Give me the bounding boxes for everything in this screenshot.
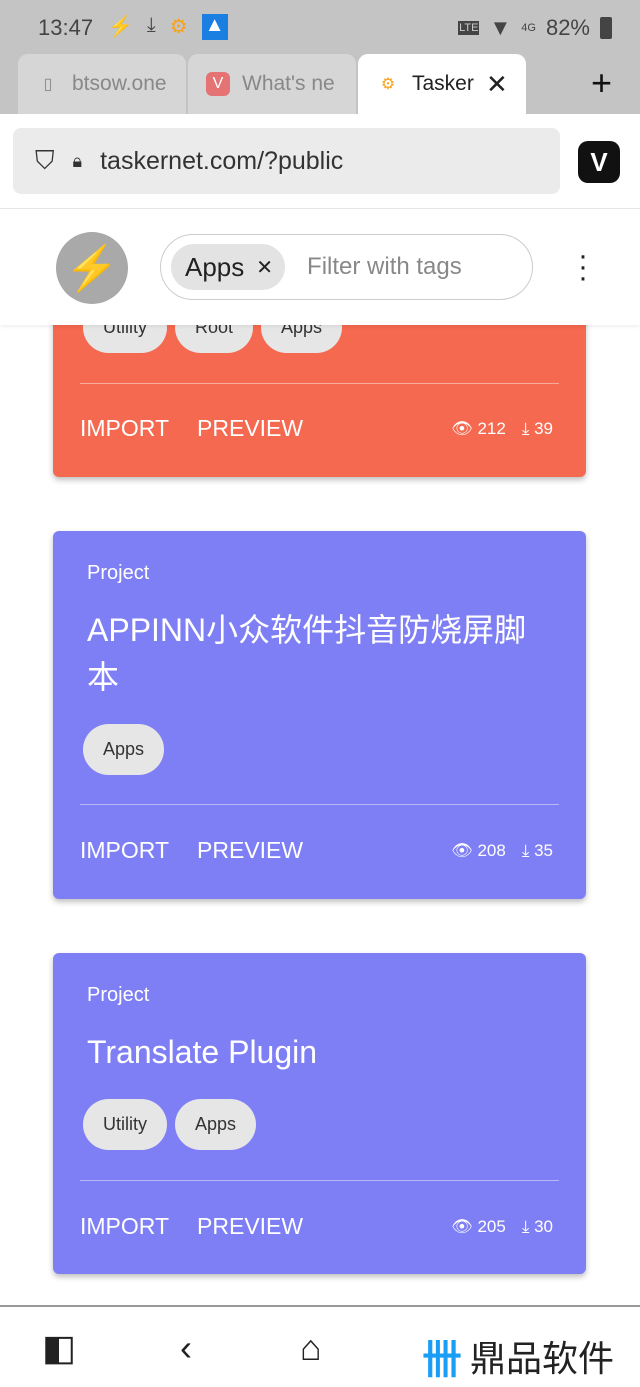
- eye-icon: 👁︎: [451, 418, 473, 438]
- card-type: Project: [87, 562, 150, 584]
- volte-icon: LTE: [458, 21, 480, 35]
- filter-chip-apps: Apps ✕: [171, 244, 286, 290]
- home-icon[interactable]: ⌂: [300, 1327, 322, 1369]
- tab-whats-new[interactable]: V What's ne: [188, 54, 356, 114]
- project-card: Project Translate Plugin Utility Apps IMP…: [53, 953, 586, 1274]
- bottom-toolbar: ◧ ‹ ⌂ 卌鼎品软件: [0, 1305, 640, 1387]
- status-bar: 13:47 ⚡ ⤓ ⚙ ▲ LTE ▼ 4G 82%: [0, 0, 640, 54]
- vivaldi-icon: V: [206, 72, 230, 96]
- card-title[interactable]: APPINN小众软件抖音防烧屏脚本: [87, 607, 547, 701]
- preview-button[interactable]: PREVIEW: [197, 415, 303, 442]
- tag[interactable]: Apps: [175, 1099, 257, 1150]
- view-count: 208: [477, 840, 506, 860]
- wifi-icon: ▼: [489, 15, 512, 40]
- tasker-icon: ⚙: [380, 76, 396, 93]
- download-icon: ⤓: [146, 14, 156, 36]
- preview-button[interactable]: PREVIEW: [197, 837, 303, 864]
- tag-filter[interactable]: Apps ✕ Filter with tags: [160, 234, 533, 300]
- battery-level: 82%: [545, 15, 590, 40]
- page-icon: ▯: [43, 76, 53, 93]
- tag[interactable]: Apps: [83, 724, 165, 775]
- download-count: 35: [534, 840, 553, 860]
- signal-icon: 4G: [521, 22, 536, 34]
- lock-icon: 🔒︎: [72, 150, 83, 171]
- close-tab-icon[interactable]: ✕: [486, 69, 508, 100]
- project-card: Project APPINN小众软件抖音防烧屏脚本 Apps IMPORT PRE…: [53, 531, 586, 899]
- divider: [80, 804, 559, 805]
- flash-icon: ⚡: [108, 16, 133, 38]
- filter-input[interactable]: Filter with tags: [307, 253, 462, 281]
- divider: [80, 1180, 559, 1181]
- download-icon: ⤓: [521, 418, 530, 438]
- shield-icon[interactable]: ⛉: [35, 145, 55, 177]
- card-type: Project: [87, 984, 150, 1006]
- site-header: ⚡ Apps ✕ Filter with tags · · ·: [0, 210, 640, 325]
- tab-strip: ▯btsow.one VWhat's ne ⚙TaskerN✕ +: [0, 54, 640, 114]
- download-count: 30: [534, 1216, 553, 1236]
- clock: 13:47: [38, 15, 94, 40]
- tasker-logo[interactable]: ⚡: [56, 232, 128, 304]
- divider: [80, 383, 559, 384]
- card-title[interactable]: Translate Plugin: [87, 1029, 547, 1076]
- import-button[interactable]: IMPORT: [80, 1213, 169, 1240]
- app-icon: ▲: [201, 14, 228, 40]
- panel-toggle-icon[interactable]: ◧: [42, 1327, 76, 1369]
- eye-icon: 👁︎: [451, 840, 473, 860]
- import-button[interactable]: IMPORT: [80, 415, 169, 442]
- address-bar: ⛉ 🔒︎ taskernet.com/?public V: [0, 114, 640, 209]
- vivaldi-menu-button[interactable]: V: [578, 141, 620, 183]
- more-menu-icon[interactable]: · · ·: [578, 241, 588, 293]
- url-field[interactable]: ⛉ 🔒︎ taskernet.com/?public: [13, 128, 560, 194]
- eye-icon: 👁︎: [451, 1216, 473, 1236]
- tab-btsow[interactable]: ▯ btsow.one: [18, 54, 186, 114]
- watermark: 卌鼎品软件: [422, 1327, 614, 1385]
- import-button[interactable]: IMPORT: [80, 837, 169, 864]
- preview-button[interactable]: PREVIEW: [197, 1213, 303, 1240]
- download-icon: ⤓: [521, 1216, 530, 1236]
- remove-chip-icon[interactable]: ✕: [256, 255, 273, 280]
- download-icon: ⤓: [521, 840, 530, 860]
- watermark-logo-icon: 卌: [421, 1338, 462, 1382]
- back-icon[interactable]: ‹: [180, 1327, 192, 1369]
- download-count: 39: [534, 418, 553, 438]
- tag[interactable]: Utility: [83, 1099, 167, 1150]
- tasker-icon: ⚙: [169, 16, 188, 38]
- tab-taskernet[interactable]: ⚙TaskerN✕: [358, 54, 526, 114]
- battery-icon: [600, 17, 612, 39]
- view-count: 205: [477, 1216, 506, 1236]
- new-tab-button[interactable]: +: [591, 62, 612, 104]
- view-count: 212: [477, 418, 506, 438]
